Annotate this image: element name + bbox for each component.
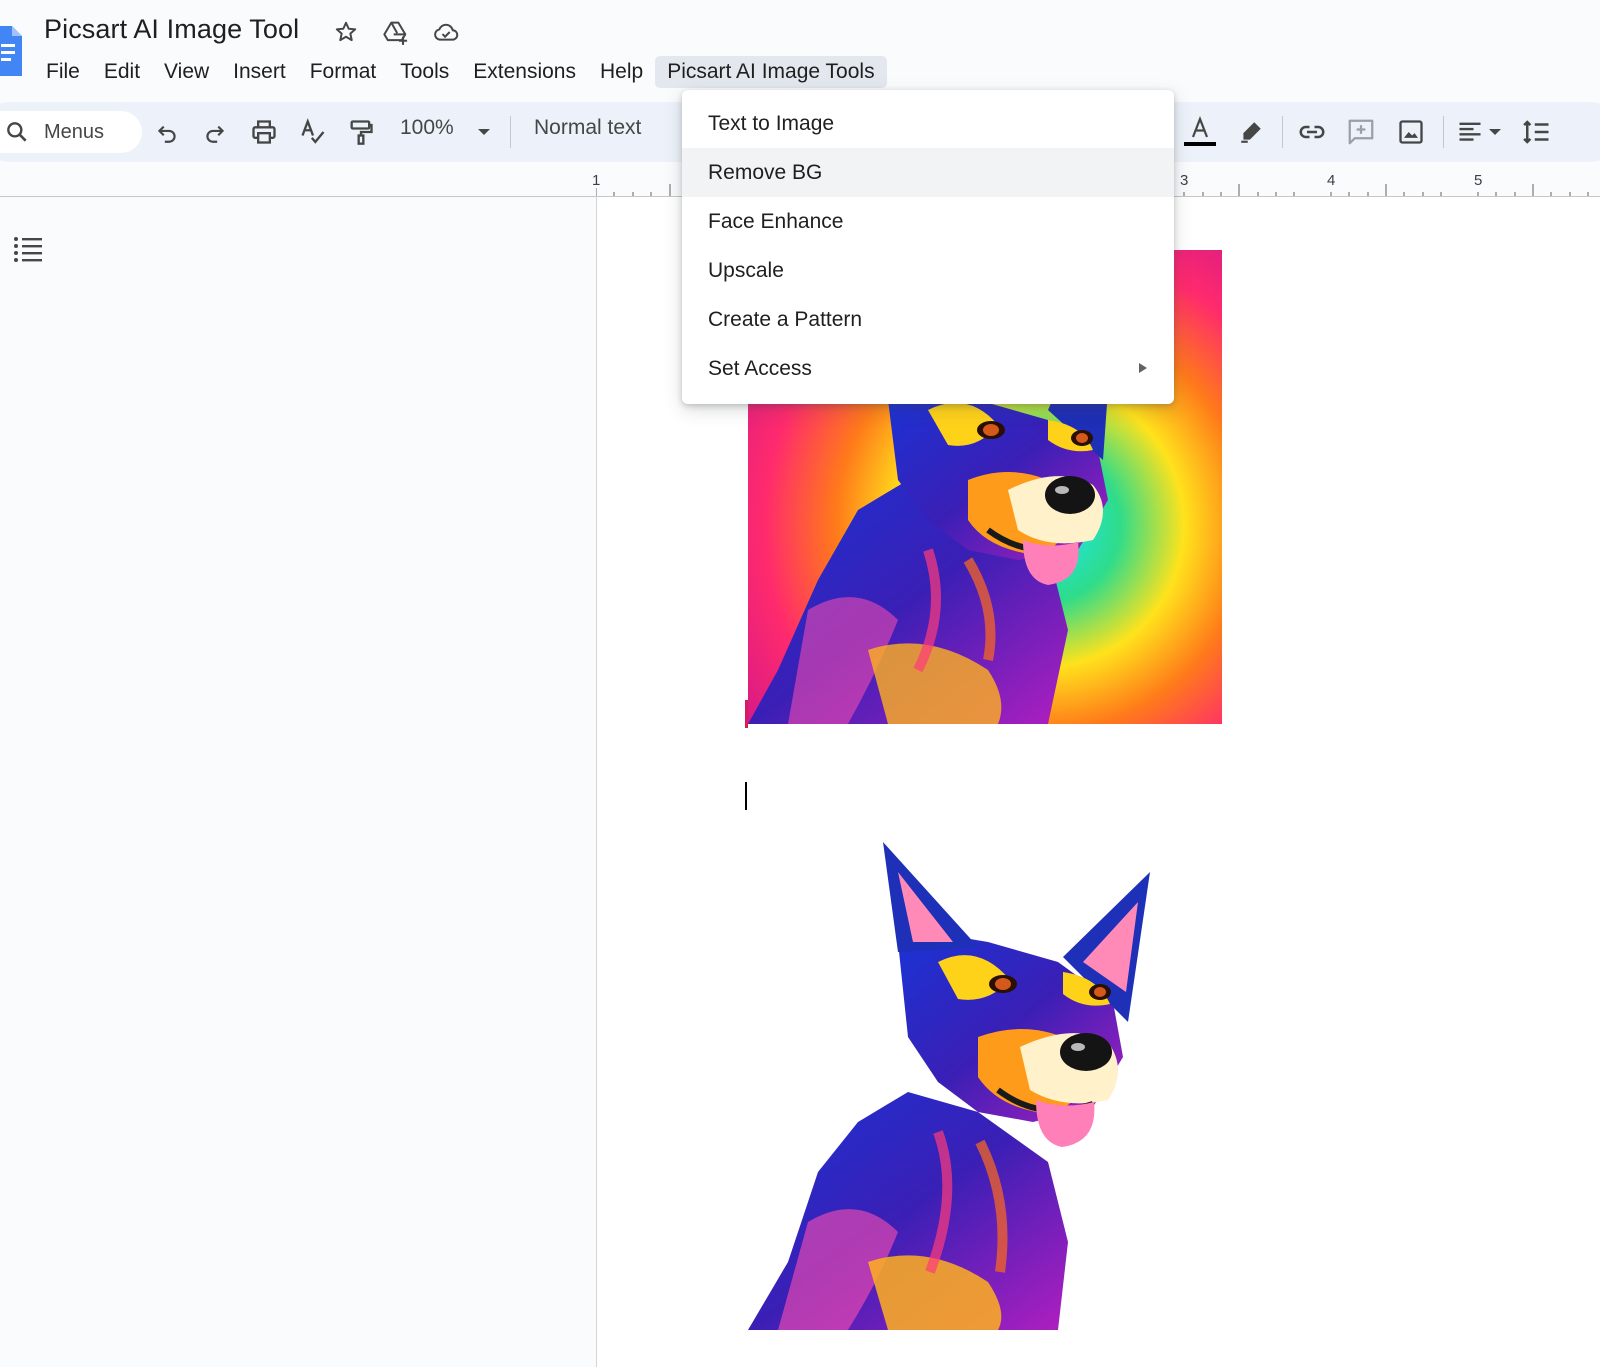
menuitem-label: Upscale: [708, 258, 784, 282]
dropdown-caret-icon: [1489, 129, 1501, 135]
menuitem-face-enhance[interactable]: Face Enhance: [682, 197, 1174, 246]
title-actions: [332, 18, 460, 46]
menu-insert[interactable]: Insert: [221, 56, 298, 88]
ruler-label: 5: [1474, 172, 1483, 189]
highlight-icon: [1241, 122, 1261, 143]
docs-logo-icon[interactable]: [0, 26, 22, 76]
link-icon: [1299, 125, 1325, 139]
add-comment-button[interactable]: [1343, 114, 1379, 150]
spellcheck-button[interactable]: [295, 114, 331, 150]
menu-edit[interactable]: Edit: [92, 56, 152, 88]
menu-file[interactable]: File: [34, 56, 92, 88]
print-icon: [252, 120, 276, 144]
drive-add-icon[interactable]: [382, 18, 410, 46]
picsart-tools-dropdown: Text to Image Remove BG Face Enhance Ups…: [682, 90, 1174, 404]
menuitem-upscale[interactable]: Upscale: [682, 246, 1174, 295]
insert-image-icon: [1399, 120, 1423, 144]
print-button[interactable]: [246, 114, 282, 150]
document-outline-icon[interactable]: [12, 234, 44, 262]
cloud-saved-icon[interactable]: [432, 18, 460, 46]
add-comment-icon: [1348, 119, 1374, 145]
menuitem-text-to-image[interactable]: Text to Image: [682, 99, 1174, 148]
line-spacing-icon: [1523, 120, 1549, 144]
ruler-label: 4: [1327, 172, 1336, 189]
menu-picsart-ai-image-tools[interactable]: Picsart AI Image Tools: [655, 56, 887, 88]
star-icon[interactable]: [332, 18, 360, 46]
dropdown-caret-icon: [478, 129, 490, 135]
menuitem-label: Text to Image: [708, 111, 835, 135]
align-dropdown-button[interactable]: [1482, 114, 1508, 150]
document-title[interactable]: Picsart AI Image Tool: [44, 14, 299, 45]
insert-link-button[interactable]: [1294, 114, 1330, 150]
undo-button[interactable]: [149, 114, 185, 150]
menuitem-create-a-pattern[interactable]: Create a Pattern: [682, 295, 1174, 344]
menuitem-label: Create a Pattern: [708, 307, 863, 331]
line-spacing-button[interactable]: [1518, 114, 1554, 150]
menu-format[interactable]: Format: [298, 56, 389, 88]
ruler-label: 1: [592, 172, 601, 189]
text-color-button[interactable]: [1180, 114, 1220, 150]
highlight-button[interactable]: [1233, 114, 1269, 150]
menu-view[interactable]: View: [152, 56, 221, 88]
redo-icon: [206, 125, 225, 143]
insert-image-button[interactable]: [1393, 114, 1429, 150]
redo-button[interactable]: [197, 114, 233, 150]
search-label: Menus: [44, 120, 105, 143]
dog-image-background-removed[interactable]: [748, 842, 1158, 1330]
menuitem-label: Set Access: [708, 356, 812, 380]
toolbar-separator: [510, 116, 511, 148]
text-cursor: [745, 782, 747, 810]
menu-extensions[interactable]: Extensions: [461, 56, 588, 88]
text-color-icon: [1184, 115, 1216, 146]
spellcheck-icon: [301, 118, 325, 144]
toolbar-separator: [1282, 116, 1283, 148]
toolbar-separator: [1443, 116, 1444, 148]
paint-format-button[interactable]: [343, 114, 379, 150]
paint-format-icon: [350, 120, 373, 145]
undo-icon: [157, 125, 176, 143]
menuitem-label: Remove BG: [708, 160, 823, 184]
submenu-arrow-icon: [1139, 363, 1147, 373]
search-menus-input[interactable]: Menus: [0, 111, 142, 153]
ruler-label: 3: [1180, 172, 1189, 189]
paragraph-style-select[interactable]: Normal text: [534, 116, 641, 140]
align-icon: [1459, 122, 1481, 141]
zoom-dropdown-button[interactable]: [466, 114, 502, 150]
menuitem-set-access[interactable]: Set Access: [682, 344, 1174, 393]
menuitem-label: Face Enhance: [708, 209, 844, 233]
menu-help[interactable]: Help: [588, 56, 655, 88]
menu-bar: File Edit View Insert Format Tools Exten…: [34, 54, 887, 90]
menu-tools[interactable]: Tools: [388, 56, 461, 88]
zoom-select[interactable]: 100%: [400, 116, 454, 140]
menuitem-remove-bg[interactable]: Remove BG: [682, 148, 1174, 197]
image-selection-handle[interactable]: [745, 700, 748, 728]
google-docs-window: Picsart AI Image Tool File Edit View Ins…: [0, 0, 1600, 1367]
search-icon: [7, 122, 27, 142]
